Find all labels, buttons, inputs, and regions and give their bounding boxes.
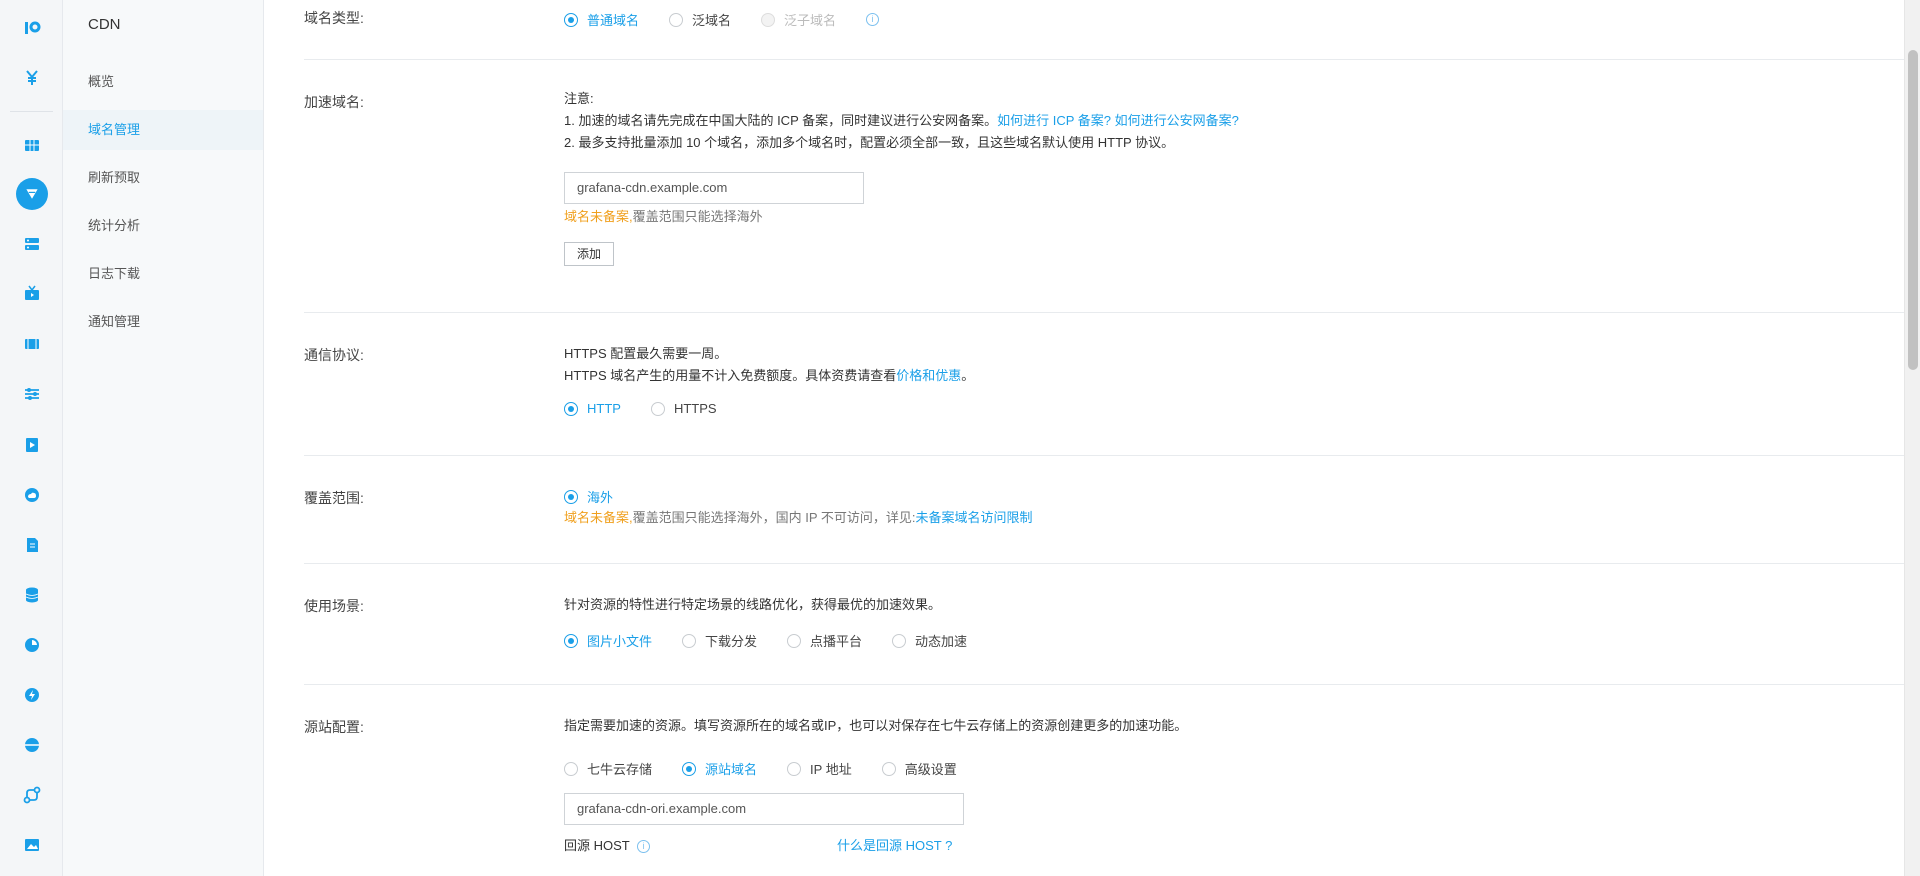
accel-domain-input[interactable]: grafana-cdn.example.com: [564, 172, 864, 204]
cloud-icon[interactable]: [0, 475, 63, 515]
host-label: 回源 HOST: [564, 838, 630, 853]
scrollbar-thumb[interactable]: [1908, 50, 1918, 370]
grid-icon[interactable]: [0, 125, 63, 165]
domain-type-sub-wildcard-radio: 泛子域名: [761, 10, 836, 29]
sidebar: CDN 概览 域名管理 刷新预取 统计分析 日志下载 通知管理: [63, 0, 264, 876]
coverage-warning-text: 覆盖范围只能选择海外，国内 IP 不可访问，详见:: [632, 510, 916, 525]
domain-type-label: 域名类型:: [304, 10, 364, 26]
domain-type-wildcard-radio[interactable]: 泛域名: [669, 10, 731, 29]
bolt-icon[interactable]: [0, 675, 63, 715]
note-line-2: 2. 最多支持批量添加 10 个域名，添加多个域名时，配置必须全部一致，且这些域…: [564, 135, 1175, 150]
coverage-unregistered-warning: 域名未备案,: [564, 510, 633, 525]
scene-description: 针对资源的特性进行特定场景的线路优化，获得最优的加速效果。: [564, 597, 942, 612]
image-icon[interactable]: [0, 825, 63, 865]
scene-download-radio[interactable]: 下载分发: [682, 631, 757, 650]
unregistered-warning: 域名未备案,: [564, 209, 633, 224]
domain-type-normal-radio[interactable]: 普通域名: [564, 10, 639, 29]
add-domain-button[interactable]: 添加: [564, 242, 615, 266]
scene-section: 使用场景: 针对资源的特性进行特定场景的线路优化，获得最优的加速效果。 图片小文…: [304, 564, 1904, 685]
origin-ip-radio[interactable]: IP 地址: [787, 759, 852, 778]
host-help-link[interactable]: 什么是回源 HOST ?: [837, 835, 952, 857]
coverage-label: 覆盖范围:: [304, 490, 364, 506]
document-icon[interactable]: [0, 525, 63, 565]
host-info-icon[interactable]: i: [637, 840, 651, 854]
qiniu-logo-icon[interactable]: [0, 8, 63, 48]
domain-type-section: 域名类型: 普通域名 泛域名 泛子域名 i: [304, 0, 1904, 60]
live-icon[interactable]: [0, 274, 63, 314]
globe-icon[interactable]: [0, 725, 63, 765]
protocol-section: 通信协议: HTTPS 配置最久需要一周。 HTTPS 域名产生的用量不计入免费…: [304, 313, 1904, 456]
app-root: CDN 概览 域名管理 刷新预取 统计分析 日志下载 通知管理 域名类型: 普通…: [0, 0, 1920, 876]
accel-domain-section: 加速域名: 注意: 1. 加速的域名请先完成在中国大陆的 ICP 备案，同时建议…: [304, 60, 1904, 313]
route-icon[interactable]: [0, 775, 63, 815]
sidebar-item-domain-management[interactable]: 域名管理: [63, 110, 263, 150]
https-note-1: HTTPS 配置最久需要一周。: [564, 346, 728, 361]
coverage-overseas-radio[interactable]: 海外: [564, 487, 613, 506]
main-content: 域名类型: 普通域名 泛域名 泛子域名 i 加速域名: 注意: 1. 加速的域名…: [264, 0, 1904, 876]
pricing-link[interactable]: 价格和优惠: [896, 368, 961, 383]
icp-help-link[interactable]: 如何进行 ICP 备案? 如何进行公安网备案?: [997, 113, 1239, 128]
icon-rail: [0, 0, 63, 876]
yuan-icon[interactable]: [0, 58, 63, 98]
origin-section: 源站配置: 指定需要加速的资源。填写资源所在的域名或IP，也可以对保存在七牛云存…: [304, 685, 1904, 876]
info-icon[interactable]: i: [866, 13, 880, 26]
scene-label: 使用场景:: [304, 598, 364, 614]
pie-icon[interactable]: [0, 625, 63, 665]
protocol-http-radio[interactable]: HTTP: [564, 401, 621, 416]
origin-advanced-radio[interactable]: 高级设置: [881, 759, 957, 778]
origin-description: 指定需要加速的资源。填写资源所在的域名或IP，也可以对保存在七牛云存储上的资源创…: [564, 718, 1188, 733]
page-scrollbar[interactable]: [1904, 0, 1920, 876]
note-line-1: 1. 加速的域名请先完成在中国大陆的 ICP 备案，同时建议进行公安网备案。: [564, 113, 998, 128]
accel-domain-label: 加速域名:: [304, 94, 364, 110]
film-icon[interactable]: [0, 324, 63, 364]
database-icon[interactable]: [0, 575, 63, 615]
sidebar-title: CDN: [88, 16, 121, 33]
sidebar-item-overview[interactable]: 概览: [63, 62, 263, 102]
https-note-2: HTTPS 域名产生的用量不计入免费额度。具体资费请查看: [564, 368, 897, 383]
server-icon[interactable]: [0, 224, 63, 264]
protocol-label: 通信协议:: [304, 347, 364, 363]
origin-label: 源站配置:: [304, 719, 364, 735]
sliders-icon[interactable]: [0, 374, 63, 414]
note-title: 注意:: [564, 91, 594, 106]
origin-qiniu-storage-radio[interactable]: 七牛云存储: [564, 759, 652, 778]
sidebar-item-log-download[interactable]: 日志下载: [63, 254, 263, 294]
origin-domain-input[interactable]: grafana-cdn-ori.example.com: [564, 793, 964, 825]
coverage-hint: 覆盖范围只能选择海外: [632, 209, 763, 224]
protocol-https-radio[interactable]: HTTPS: [650, 401, 717, 416]
cdn-icon[interactable]: [0, 174, 63, 214]
coverage-section: 覆盖范围: 海外 域名未备案,覆盖范围只能选择海外，国内 IP 不可访问，详见:…: [304, 456, 1904, 564]
access-limit-link[interactable]: 未备案域名访问限制: [916, 510, 1033, 525]
scene-image-radio[interactable]: 图片小文件: [564, 631, 652, 650]
sidebar-item-notification[interactable]: 通知管理: [63, 302, 263, 342]
origin-domain-radio[interactable]: 源站域名: [682, 759, 757, 778]
scene-dynamic-radio[interactable]: 动态加速: [892, 631, 967, 650]
sidebar-item-refresh-prefetch[interactable]: 刷新预取: [63, 158, 263, 198]
sidebar-item-statistics[interactable]: 统计分析: [63, 206, 263, 246]
video-icon[interactable]: [0, 425, 63, 465]
scene-vod-radio[interactable]: 点播平台: [787, 631, 862, 650]
